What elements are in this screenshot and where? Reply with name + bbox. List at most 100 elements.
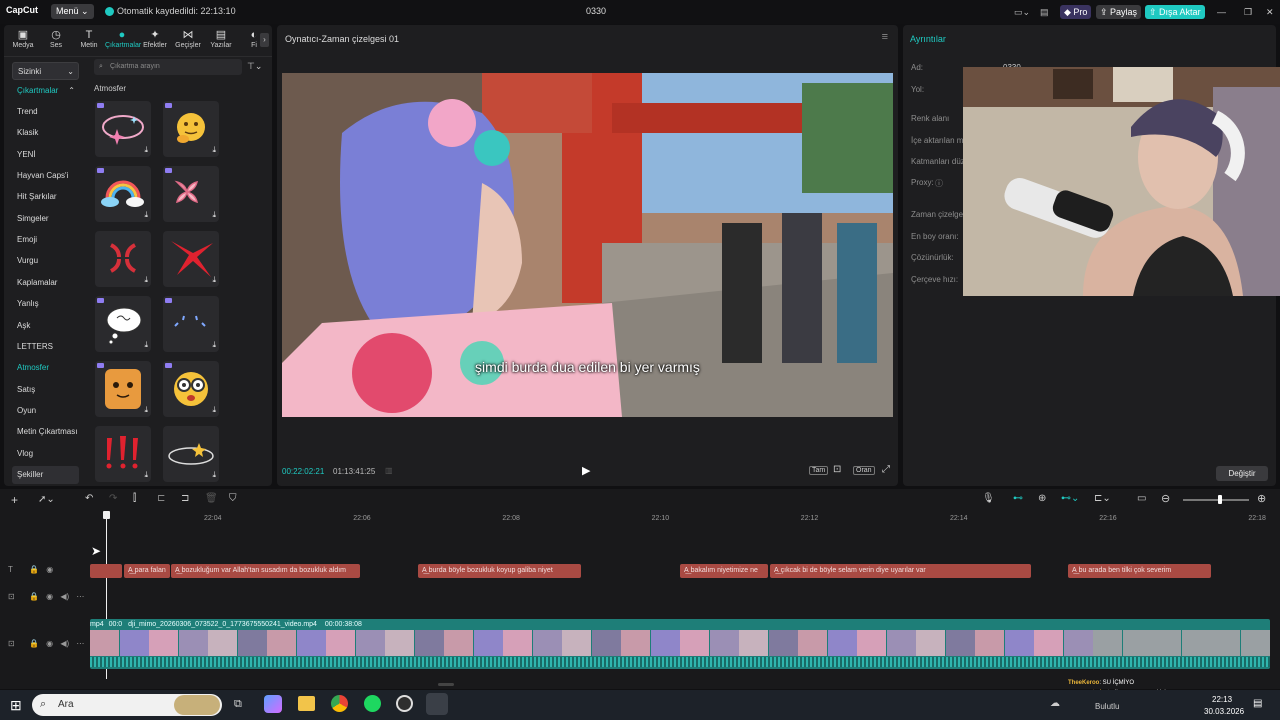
maximize-icon[interactable]: ❐ — [1240, 5, 1256, 19]
sticker-anger-pink[interactable]: ⤓ — [163, 166, 219, 222]
eye-icon[interactable]: ◉ — [46, 639, 53, 648]
zoom-slider[interactable] — [1183, 499, 1249, 501]
caption-clip[interactable]: A͟ para falan — [124, 564, 170, 578]
layout-icon[interactable]: ▭⌄ — [1010, 5, 1034, 19]
magnet-icon[interactable]: ⊕ — [1038, 493, 1046, 504]
download-icon[interactable]: ⤓ — [144, 470, 148, 480]
tab-geçişler[interactable]: ⋈ Geçişler — [171, 29, 205, 49]
sticker-nerd-emoji[interactable]: ⤓ — [163, 361, 219, 417]
sidebar-item[interactable]: LETTERS — [12, 338, 79, 356]
sticker-dash-lines[interactable]: ⤓ — [163, 296, 219, 352]
sidebar-item[interactable]: Vurgu — [12, 252, 79, 270]
sticker-anger-burst[interactable]: ⤓ — [163, 231, 219, 287]
caption-clip[interactable]: A͟ bakalım niyetimize ne — [680, 564, 768, 578]
sidebar-item[interactable]: Trend — [12, 103, 79, 121]
sidebar-item[interactable]: YENİ — [12, 146, 79, 164]
sticker-anger-red[interactable]: ⤓ — [95, 231, 151, 287]
chrome-icon[interactable] — [331, 695, 348, 712]
windows-start-icon[interactable]: ⊞ — [10, 697, 22, 714]
preview-axis-icon[interactable]: ⊷⌄ — [1061, 493, 1079, 504]
sidebar-item[interactable]: Vlog — [12, 445, 79, 463]
copilot-icon[interactable] — [264, 695, 282, 713]
sidebar-item[interactable]: Simgeler — [12, 210, 79, 228]
tab-metin[interactable]: T Metin — [72, 29, 106, 49]
download-icon[interactable]: ⤓ — [144, 145, 148, 155]
download-icon[interactable]: ⤓ — [212, 275, 216, 285]
trim-left-icon[interactable]: ⊏ — [157, 493, 165, 504]
add-track-icon[interactable]: + — [11, 493, 18, 507]
sticker-thinking-emoji[interactable]: ⤓ — [163, 101, 219, 157]
tab-medya[interactable]: ▣ Medya — [6, 29, 40, 49]
download-icon[interactable]: ⤓ — [212, 210, 216, 220]
sidebar-item[interactable]: Aşk — [12, 317, 79, 335]
zoom-slider-handle[interactable] — [1218, 495, 1222, 504]
sticker-cat[interactable]: ⤓ — [95, 361, 151, 417]
more-icon[interactable]: ⋯ — [76, 639, 84, 648]
redo-icon[interactable]: ↷ — [109, 493, 117, 504]
sidebar-item[interactable]: Emoji — [12, 231, 79, 249]
download-icon[interactable]: ⤓ — [144, 210, 148, 220]
full-quality-button[interactable]: Tam — [809, 466, 829, 475]
info-icon[interactable]: ⓘ — [935, 178, 943, 189]
minimize-icon[interactable]: — — [1213, 5, 1230, 19]
sticker-exclamation[interactable]: ⤓ — [95, 426, 151, 482]
download-icon[interactable]: ⤓ — [212, 405, 216, 415]
sidebar-item[interactable]: Metin Çıkartması — [12, 423, 79, 441]
change-button[interactable]: Değiştir — [1216, 466, 1268, 481]
caption-clip[interactable]: A͟ çıkcak bi de böyle selam verin diye u… — [770, 564, 1031, 578]
caption-clip[interactable]: A͟ bozukluğum var Allah'tan susadım da b… — [171, 564, 360, 578]
sticker-search-input[interactable]: ⌕ Çıkartma arayın — [94, 59, 242, 75]
capcut-taskbar-icon[interactable] — [426, 693, 448, 715]
filter-icon[interactable]: ⊤⌄ — [247, 61, 262, 72]
shortcut-icon[interactable]: ▤ — [1036, 5, 1053, 19]
eye-icon[interactable]: ◉ — [46, 592, 53, 601]
download-icon[interactable]: ⤓ — [212, 470, 216, 480]
snap-icon[interactable]: ⊏⌄ — [1094, 493, 1111, 504]
sidebar-item[interactable]: Yanlış — [12, 295, 79, 313]
caption-clip[interactable]: A͟ bu arada ben tilki çok severim — [1068, 564, 1211, 578]
sticker-sparkle-ring[interactable]: ⤓ — [95, 101, 151, 157]
play-icon[interactable]: ▶ — [582, 464, 590, 477]
sticker-rainbow-cloud[interactable]: ⤓ — [95, 166, 151, 222]
sidebar-item[interactable]: Oyun — [12, 402, 79, 420]
crop-icon[interactable]: ⊡ — [833, 464, 841, 475]
close-icon[interactable]: ✕ — [1262, 5, 1278, 19]
spotify-icon[interactable] — [364, 695, 381, 712]
waveform-icon[interactable]: ▥ — [385, 466, 393, 475]
download-icon[interactable]: ⤓ — [144, 340, 148, 350]
sidebar-item[interactable]: Kaplamalar — [12, 274, 79, 292]
share-button[interactable]: ⇪ Paylaş — [1096, 5, 1142, 19]
file-explorer-icon[interactable] — [298, 696, 315, 711]
obs-icon[interactable] — [396, 695, 413, 712]
pro-button[interactable]: ◆ Pro — [1060, 5, 1092, 19]
sticker-star-ring[interactable]: ⤓ — [163, 426, 219, 482]
speaker-icon[interactable]: ◀) — [60, 639, 69, 648]
microphone-icon[interactable]: 🎙 — [982, 493, 995, 504]
sidebar-item[interactable]: Satış — [12, 381, 79, 399]
video-preview[interactable]: şimdi burda dua edilen bi yer varmış — [282, 73, 893, 417]
export-button[interactable]: ⇧ Dışa Aktar — [1145, 5, 1205, 19]
tab-efektler[interactable]: ✦ Efektler — [138, 29, 172, 49]
sidebar-item[interactable]: Atmosfer — [12, 359, 79, 377]
scroll-right-icon[interactable]: › — [260, 33, 269, 47]
sidebar-item[interactable]: Hayvan Caps'i — [12, 167, 79, 185]
player-menu-icon[interactable]: ≡ — [882, 31, 888, 43]
download-icon[interactable]: ⤓ — [212, 145, 216, 155]
zoom-in-icon[interactable]: ⊕ — [1257, 492, 1266, 505]
tab-çıkartmalar[interactable]: ● Çıkartmalar — [105, 29, 141, 49]
undo-icon[interactable]: ↶ — [85, 493, 93, 504]
zoom-out-icon[interactable]: ⊖ — [1161, 492, 1170, 505]
sidebar-section-stickers[interactable]: Çıkartmalar ⌃ — [12, 82, 79, 100]
timeline-scrollbar[interactable] — [438, 683, 454, 686]
lock-icon[interactable]: 🔒 — [29, 639, 39, 648]
delete-icon[interactable]: 🗑 — [205, 493, 218, 504]
lock-icon[interactable]: 🔒 — [29, 592, 39, 601]
tab-yazılar[interactable]: ▤ Yazılar — [204, 29, 238, 49]
shield-icon[interactable]: ⛉ — [229, 493, 237, 504]
lock-icon[interactable]: 🔒 — [29, 565, 39, 574]
download-icon[interactable]: ⤓ — [144, 405, 148, 415]
playhead-handle[interactable] — [103, 511, 110, 519]
video-clip[interactable]: mp4 00:0 dji_mimo_20260306_073522_0_1773… — [90, 619, 1270, 669]
download-icon[interactable]: ⤓ — [144, 275, 148, 285]
more-icon[interactable]: ⋯ — [76, 592, 84, 601]
